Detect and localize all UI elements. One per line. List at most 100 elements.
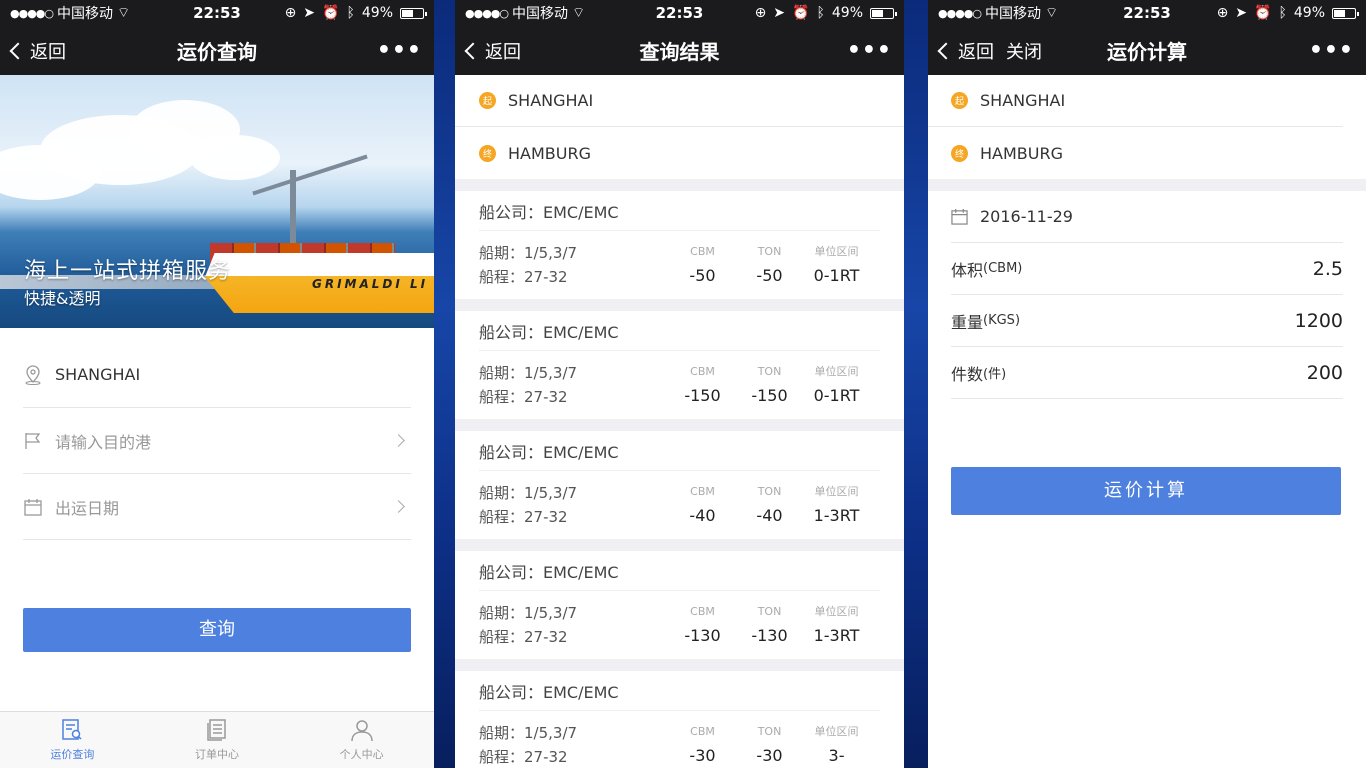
carrier: 中国移动 — [985, 6, 1041, 22]
tab-personal-center[interactable]: 个人中心 — [289, 712, 434, 768]
more-button[interactable]: ••• — [847, 38, 892, 63]
status-bar: ●●●●○ 中国移动 ⌔ 22:53 ⊕ ➤ ⏰ ᛒ 49% — [455, 0, 904, 26]
destination-badge: 终 — [479, 144, 496, 162]
more-button[interactable]: ••• — [377, 38, 422, 63]
ton-value: -130 — [751, 626, 788, 645]
signal-icon: ●●●●○ — [938, 6, 982, 20]
origin-field[interactable]: SHANGHAI — [23, 342, 411, 408]
tab-order-center[interactable]: 订单中心 — [145, 712, 290, 768]
location-icon: ➤ — [773, 5, 786, 21]
calc-form: 2016-11-29 体积 (CBM) 2.5 重量 (KGS) 1200 件数 (件… — [928, 191, 1366, 399]
weight-label: 重量 — [951, 312, 984, 332]
shipping-company: 船公司：EMC/EMC — [479, 311, 880, 351]
sailing-schedule: 船期：1/5,3/7 — [479, 244, 578, 262]
more-button[interactable]: ••• — [1309, 38, 1354, 63]
destination-row: 终 HAMBURG — [455, 127, 904, 179]
close-button[interactable]: 关闭 — [1006, 38, 1042, 64]
result-card[interactable]: 船公司：EMC/EMC 船期：1/5,3/7 船程：27-32 CBM -50 TON -5… — [455, 191, 904, 299]
date-value: 2016-11-29 — [980, 207, 1073, 226]
banner-slogan: 海上一站式拼箱服务 — [24, 259, 232, 284]
result-card[interactable]: 船公司：EMC/EMC 船期：1/5,3/7 船程：27-32 CBM -130 TON -… — [455, 551, 904, 659]
cbm-value: -150 — [684, 386, 721, 405]
ton-header: TON — [757, 365, 782, 378]
page-title: 运价计算 — [1107, 40, 1187, 64]
wifi-icon: ⌔ — [1045, 5, 1059, 21]
range-header: 单位区间 — [814, 365, 859, 378]
date-placeholder: 出运日期 — [55, 498, 120, 518]
date-field[interactable]: 2016-11-29 — [951, 191, 1343, 243]
origin-row: 起 SHANGHAI — [455, 75, 904, 127]
bluetooth-icon: ᛒ — [816, 5, 825, 21]
location-icon: ➤ — [1235, 5, 1248, 21]
back-label: 返回 — [958, 41, 994, 63]
back-button[interactable]: 返回 — [464, 38, 521, 64]
back-label: 返回 — [485, 41, 521, 63]
ton-header: TON — [757, 725, 782, 738]
wifi-icon: ⌔ — [572, 5, 586, 21]
shipping-company: 船公司：EMC/EMC — [479, 431, 880, 471]
pieces-field[interactable]: 件数 (件) 200 — [951, 347, 1343, 399]
ton-header: TON — [757, 605, 782, 618]
tab-freight-query[interactable]: 运价查询 — [0, 712, 145, 768]
battery-percent: 49% — [831, 5, 863, 21]
query-button[interactable]: 查询 — [23, 608, 411, 652]
destination-row: 终 HAMBURG — [928, 127, 1343, 179]
chevron-right-icon — [392, 500, 405, 513]
destination-placeholder: 请输入目的港 — [55, 432, 152, 452]
screen-freight-query: ●●●●○ 中国移动 ⌔ 22:53 ⊕ ➤ ⏰ ᛒ 49% 返回 运价查询 ••• GRI… — [0, 0, 434, 768]
transit-time: 船程：27-32 — [479, 628, 568, 646]
banner-subtitle: 快捷&透明 — [24, 289, 101, 308]
destination-field[interactable]: 请输入目的港 — [23, 408, 411, 474]
status-bar: ●●●●○ 中国移动 ⌔ 22:53 ⊕ ➤ ⏰ ᛒ 49% — [0, 0, 434, 26]
page-title: 查询结果 — [639, 40, 720, 64]
result-card[interactable]: 船公司：EMC/EMC 船期：1/5,3/7 船程：27-32 CBM -150 TON -… — [455, 311, 904, 419]
volume-value[interactable]: 2.5 — [1313, 258, 1343, 280]
cbm-value: -30 — [689, 746, 716, 765]
volume-field[interactable]: 体积 (CBM) 2.5 — [951, 243, 1343, 295]
lock-rotation-icon: ⊕ — [1216, 5, 1229, 21]
destination-port: HAMBURG — [508, 143, 591, 163]
pieces-value[interactable]: 200 — [1307, 362, 1343, 384]
page-title: 运价查询 — [177, 40, 257, 64]
battery-percent: 49% — [1293, 5, 1325, 21]
result-card[interactable]: 船公司：EMC/EMC 船期：1/5,3/7 船程：27-32 CBM -30 TON -3… — [455, 671, 904, 768]
date-field[interactable]: 出运日期 — [23, 474, 411, 540]
weight-value[interactable]: 1200 — [1295, 310, 1343, 332]
battery-icon — [870, 7, 897, 19]
lock-rotation-icon: ⊕ — [284, 5, 297, 21]
range-header: 单位区间 — [814, 725, 859, 738]
alarm-icon: ⏰ — [792, 5, 810, 21]
back-button[interactable]: 返回 — [9, 38, 66, 64]
pieces-unit: (件) — [983, 367, 1007, 382]
chevron-left-icon — [937, 42, 955, 59]
screen-freight-calculation: ●●●●○ 中国移动 ⌔ 22:53 ⊕ ➤ ⏰ ᛒ 49% 返回 关闭 运价计算 ••• … — [928, 0, 1366, 768]
bluetooth-icon: ᛒ — [1278, 5, 1287, 21]
back-button[interactable]: 返回 — [937, 38, 994, 64]
destination-badge: 终 — [951, 144, 968, 162]
sailing-schedule: 船期：1/5,3/7 — [479, 364, 578, 382]
nav-bar: 返回 查询结果 ••• — [455, 26, 904, 75]
carrier: 中国移动 — [57, 6, 113, 22]
result-card[interactable]: 船公司：EMC/EMC 船期：1/5,3/7 船程：27-32 CBM -40 TON -4… — [455, 431, 904, 539]
screen-query-results: ●●●●○ 中国移动 ⌔ 22:53 ⊕ ➤ ⏰ ᛒ 49% 返回 查询结果 ••• 起 SH… — [455, 0, 904, 768]
hero-banner: GRIMALDI LI 海上一站式拼箱服务 快捷&透明 — [0, 75, 434, 328]
signal-icon: ●●●●○ — [10, 6, 54, 20]
battery-icon — [1332, 7, 1359, 19]
weight-field[interactable]: 重量 (KGS) 1200 — [951, 295, 1343, 347]
cbm-header: CBM — [690, 605, 715, 618]
tab-label: 个人中心 — [339, 748, 384, 761]
cbm-value: -40 — [689, 506, 716, 525]
cbm-value: -50 — [689, 266, 716, 285]
calculate-button[interactable]: 运价计算 — [951, 467, 1341, 515]
origin-value: SHANGHAI — [55, 365, 141, 384]
wifi-icon: ⌔ — [117, 5, 131, 21]
shipping-company: 船公司：EMC/EMC — [479, 551, 880, 591]
nav-bar: 返回 运价查询 ••• — [0, 26, 434, 75]
search-document-icon — [62, 719, 82, 740]
range-header: 单位区间 — [814, 605, 859, 618]
ton-value: -40 — [756, 506, 783, 525]
person-icon — [350, 720, 373, 742]
cbm-header: CBM — [690, 245, 715, 258]
destination-port: HAMBURG — [980, 143, 1063, 163]
clock: 22:53 — [1123, 4, 1171, 22]
